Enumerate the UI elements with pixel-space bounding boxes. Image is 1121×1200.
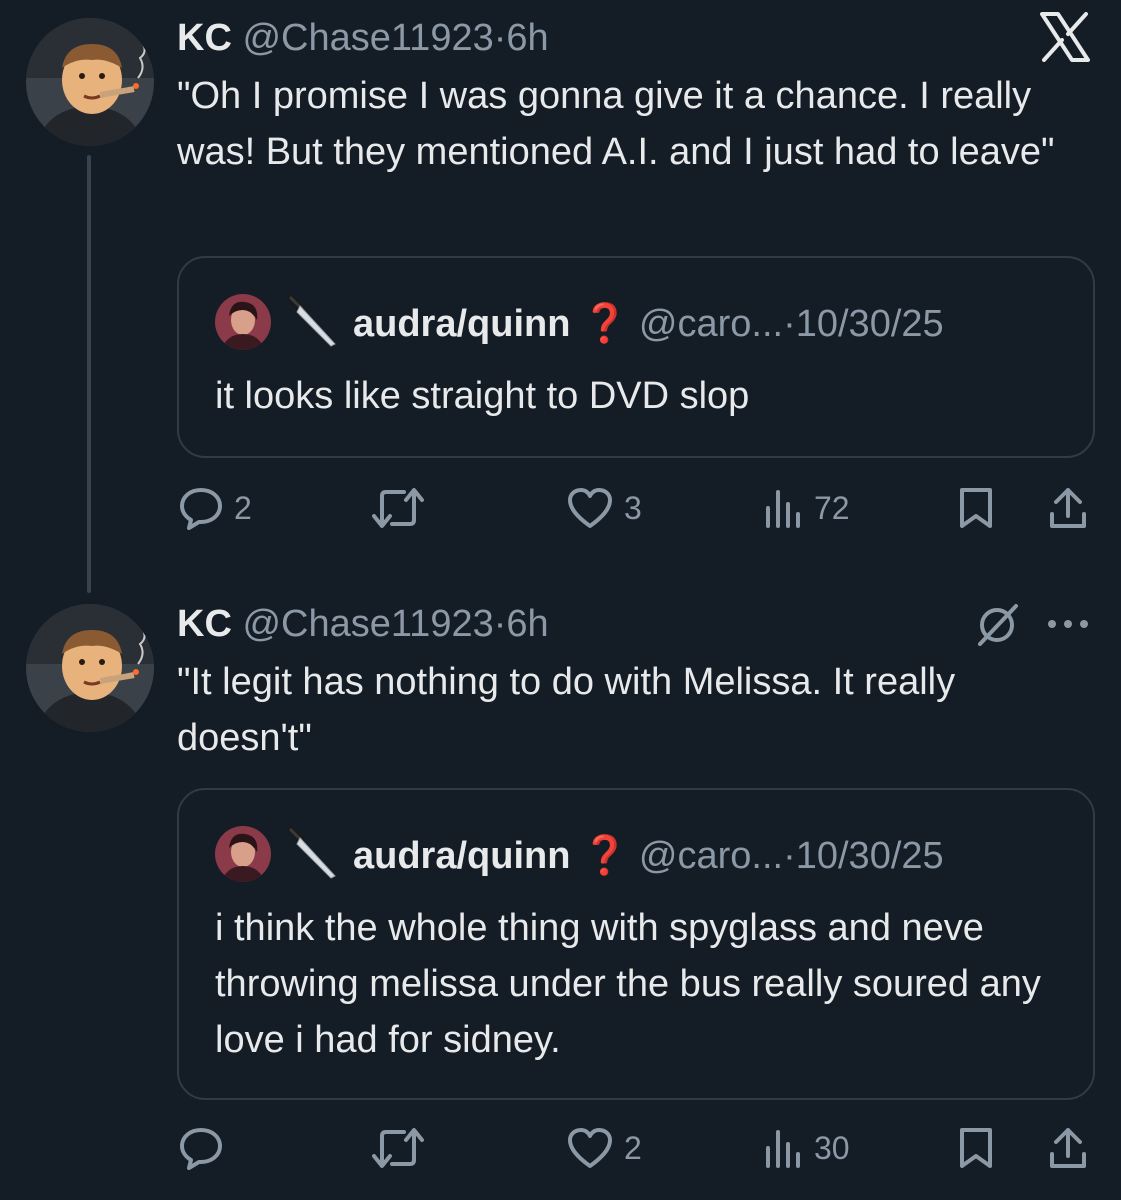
like-button[interactable]: 3 (566, 486, 642, 530)
knife-icon (287, 826, 336, 879)
separator-dot: · (493, 603, 507, 645)
tweet-header: KC @Chase11923·6h (177, 16, 549, 60)
quote-text: i think the whole thing with spyglass an… (215, 907, 1041, 1061)
retweet-button[interactable] (370, 486, 426, 530)
quote-tweet-card[interactable]: audra/quinn ❓ @caro...·10/30/25 i think … (177, 788, 1095, 1100)
reply-button[interactable]: 2 (178, 486, 252, 530)
quote-avatar[interactable] (215, 294, 271, 350)
reply-count: 2 (234, 489, 252, 526)
quote-tweet-card[interactable]: audra/quinn ❓ @caro...·10/30/25 it looks… (177, 256, 1095, 458)
views-icon (766, 1130, 800, 1168)
share-icon[interactable] (1046, 486, 1090, 530)
avatar[interactable] (26, 18, 154, 146)
quote-avatar[interactable] (215, 826, 271, 882)
like-button[interactable]: 2 (566, 1126, 642, 1170)
heart-icon (568, 1128, 612, 1168)
user-handle[interactable]: @Chase11923 (242, 603, 493, 645)
quote-handle[interactable]: @caro... (639, 835, 783, 877)
views-icon (766, 490, 800, 528)
reply-icon (180, 488, 222, 530)
user-handle[interactable]: @Chase11923 (242, 17, 493, 59)
like-count: 2 (624, 1129, 642, 1166)
quote-date[interactable]: 10/30/25 (796, 303, 944, 345)
question-badge-icon: ❓ (581, 835, 629, 877)
retweet-button[interactable] (370, 1126, 426, 1170)
thread-connector (87, 155, 91, 593)
separator-dot: · (783, 835, 796, 877)
views-button[interactable]: 30 (762, 1126, 850, 1170)
heart-icon (568, 488, 612, 528)
timestamp[interactable]: 6h (506, 17, 548, 59)
display-name[interactable]: KC (177, 17, 232, 59)
question-badge-icon: ❓ (581, 303, 629, 345)
grok-icon[interactable] (974, 602, 1020, 648)
quote-header: audra/quinn ❓ @caro...·10/30/25 (353, 834, 944, 878)
views-button[interactable]: 72 (762, 486, 850, 530)
quote-display-name[interactable]: audra/quinn (353, 835, 570, 877)
quote-handle[interactable]: @caro... (639, 303, 783, 345)
quote-text: it looks like straight to DVD slop (215, 375, 750, 417)
display-name[interactable]: KC (177, 603, 232, 645)
retweet-icon (372, 488, 424, 528)
avatar[interactable] (26, 604, 154, 732)
retweet-icon (372, 1128, 424, 1168)
tweet-header: KC @Chase11923·6h (177, 602, 549, 646)
view-count: 72 (814, 489, 850, 526)
bookmark-icon[interactable] (958, 486, 994, 530)
tweet-text: "It legit has nothing to do with Melissa… (177, 661, 956, 759)
quote-header: audra/quinn ❓ @caro...·10/30/25 (353, 302, 944, 346)
like-count: 3 (624, 489, 642, 526)
separator-dot: · (493, 17, 507, 59)
timestamp[interactable]: 6h (506, 603, 548, 645)
share-icon[interactable] (1046, 1126, 1090, 1170)
more-options-icon[interactable] (1046, 616, 1090, 632)
bookmark-icon[interactable] (958, 1126, 994, 1170)
separator-dot: · (783, 303, 796, 345)
quote-date[interactable]: 10/30/25 (796, 835, 944, 877)
reply-button[interactable] (178, 1126, 234, 1170)
view-count: 30 (814, 1129, 850, 1166)
knife-icon (287, 294, 336, 347)
reply-icon (180, 1128, 222, 1170)
tweet-text: "Oh I promise I was gonna give it a chan… (177, 75, 1055, 173)
quote-display-name[interactable]: audra/quinn (353, 303, 570, 345)
x-logo-icon[interactable] (1038, 12, 1092, 62)
